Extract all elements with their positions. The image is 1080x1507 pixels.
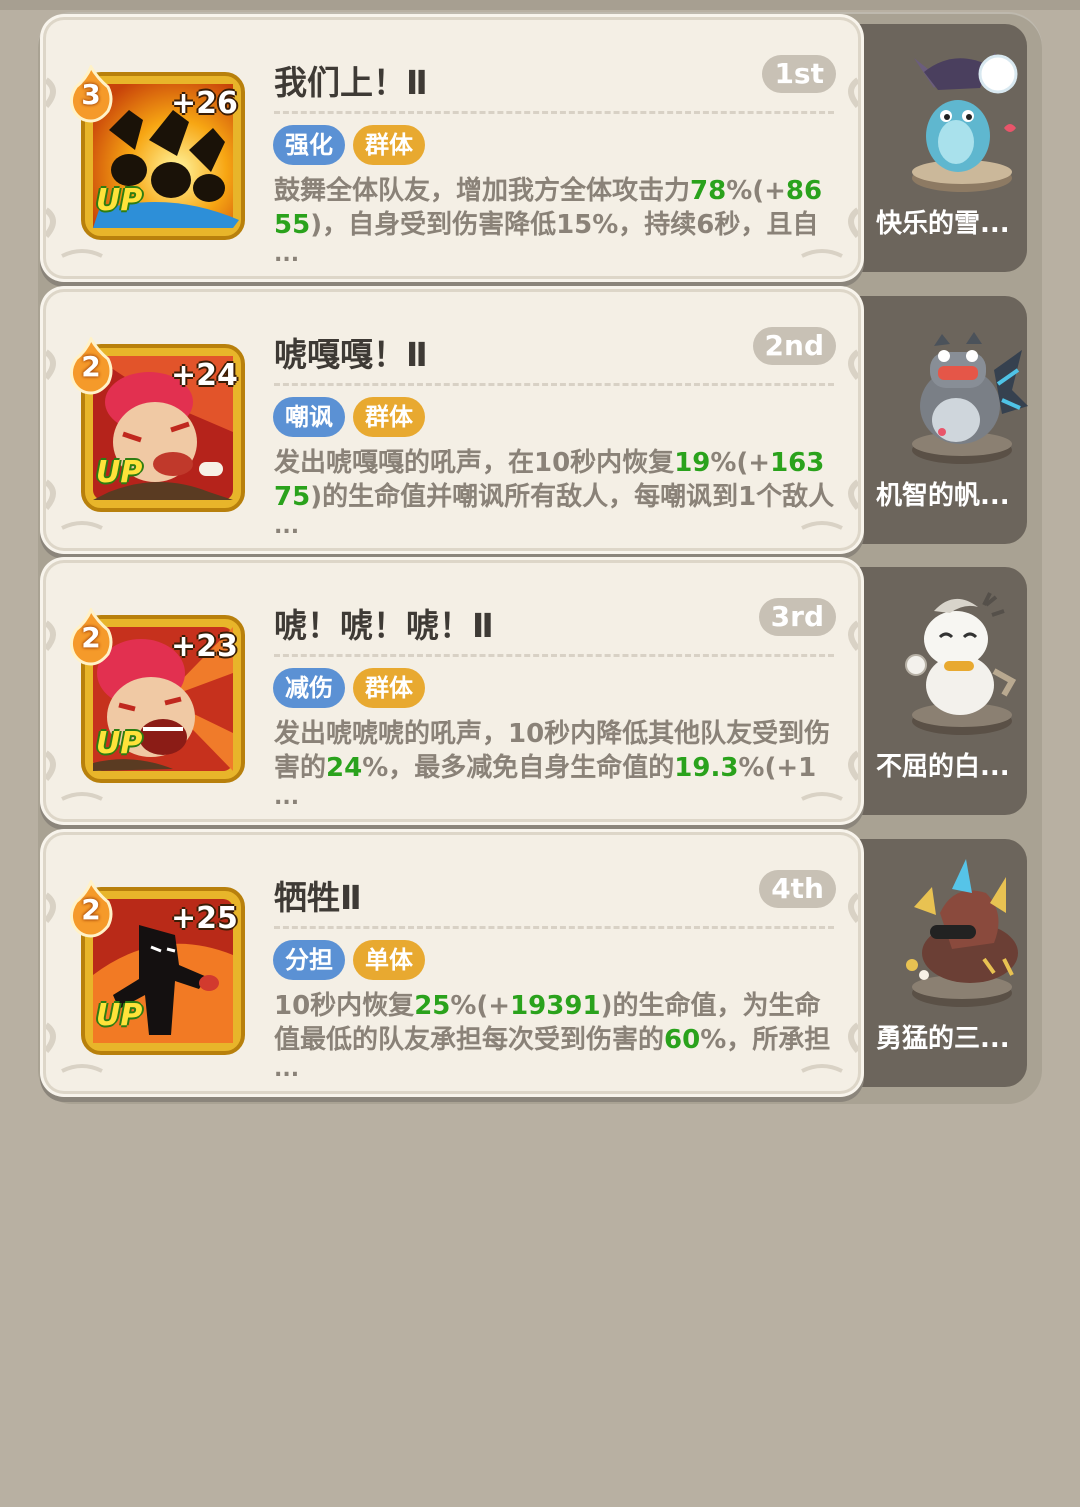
rank-badge: 1st bbox=[762, 55, 836, 93]
tag-effect: 嘲讽 bbox=[273, 397, 345, 437]
more-ellipsis: ... bbox=[274, 514, 300, 539]
grey-dragon-sailor-figure bbox=[912, 332, 1028, 464]
more-ellipsis: ... bbox=[274, 1057, 300, 1082]
rank-badge: 4th bbox=[759, 870, 836, 908]
rank-badge: 2nd bbox=[752, 327, 836, 365]
tag-target: 群体 bbox=[353, 397, 425, 437]
skill-title: 牺牲Ⅱ bbox=[274, 878, 362, 917]
tag-effect: 分担 bbox=[273, 940, 345, 980]
skill-level: 2 bbox=[81, 893, 101, 926]
pet-name: 机智的帆... bbox=[876, 481, 1010, 511]
skill-row-4[interactable]: 勇猛的三... 2 +25 UP 牺牲Ⅱ 4th 分担 单体 10秒内恢复25%… bbox=[46, 835, 1028, 1091]
skill-card[interactable]: 2 +25 UP 牺牲Ⅱ 4th 分担 单体 10秒内恢复25%(+19391)… bbox=[46, 835, 858, 1091]
pet-name: 快乐的雪... bbox=[876, 209, 1010, 239]
more-ellipsis: ... bbox=[274, 242, 300, 267]
skill-description: 发出唬嘎嘎的吼声，在10秒内恢复19%(+16375)的生命值并嘲讽所有敌人，每… bbox=[274, 448, 835, 512]
skill-description: 鼓舞全体队友，增加我方全体攻击力78%(+8655)，自身受到伤害降低15%，持… bbox=[274, 176, 823, 240]
pet-name: 不屈的白... bbox=[876, 752, 1010, 782]
tag-effect: 减伤 bbox=[273, 668, 345, 708]
divider bbox=[274, 926, 834, 929]
top-strip bbox=[0, 0, 1080, 10]
skill-row-1[interactable]: 快乐的雪... 3 +26 UP 我们上！Ⅱ 1st 强化 群体 鼓舞全体队友，… bbox=[46, 20, 1028, 276]
skill-title: 我们上！Ⅱ bbox=[274, 63, 428, 102]
skill-plus-level: +26 bbox=[171, 86, 238, 121]
skill-level: 2 bbox=[81, 350, 101, 383]
skill-title: 唬！唬！唬！Ⅱ bbox=[274, 606, 494, 645]
upgrade-indicator: UP bbox=[96, 183, 143, 218]
skill-card[interactable]: 2 +24 UP 唬嘎嘎！Ⅱ 2nd 嘲讽 群体 发出唬嘎嘎的吼声，在10秒内恢… bbox=[46, 292, 858, 548]
skill-card[interactable]: 3 +26 UP 我们上！Ⅱ 1st 强化 群体 鼓舞全体队友，增加我方全体攻击… bbox=[46, 20, 858, 276]
skill-plus-level: +25 bbox=[171, 901, 238, 936]
upgrade-indicator: UP bbox=[96, 726, 143, 761]
blue-bunny-snowball-figure bbox=[912, 52, 1018, 192]
skill-level: 2 bbox=[81, 621, 101, 654]
skill-description: 发出唬唬唬的吼声，10秒内降低其他队友受到伤害的24%，最多减免自身生命值的19… bbox=[274, 719, 831, 783]
tag-target: 群体 bbox=[353, 125, 425, 165]
white-goat-thumbs-up-figure bbox=[905, 592, 1017, 735]
skill-plus-level: +23 bbox=[171, 629, 238, 664]
upgrade-indicator: UP bbox=[96, 455, 143, 490]
divider bbox=[274, 654, 834, 657]
tag-target: 群体 bbox=[353, 668, 425, 708]
skill-plus-level: +24 bbox=[171, 358, 238, 393]
triceratops-figure bbox=[906, 859, 1018, 1007]
skill-row-3[interactable]: 不屈的白... 2 +23 UP 唬！唬！唬！Ⅱ 3rd 减伤 群体 发出唬唬唬… bbox=[46, 563, 1028, 819]
tag-target: 单体 bbox=[353, 940, 425, 980]
skill-title: 唬嘎嘎！Ⅱ bbox=[274, 335, 428, 374]
skill-row-2[interactable]: 机智的帆... 2 +24 UP 唬嘎嘎！Ⅱ 2nd 嘲讽 群体 发出唬嘎嘎的吼… bbox=[46, 292, 1028, 548]
divider bbox=[274, 111, 834, 114]
skill-level: 3 bbox=[81, 78, 101, 111]
tag-effect: 强化 bbox=[273, 125, 345, 165]
pet-name: 勇猛的三... bbox=[876, 1024, 1010, 1054]
skill-card[interactable]: 2 +23 UP 唬！唬！唬！Ⅱ 3rd 减伤 群体 发出唬唬唬的吼声，10秒内… bbox=[46, 563, 858, 819]
upgrade-indicator: UP bbox=[96, 998, 143, 1033]
divider bbox=[274, 383, 834, 386]
rank-badge: 3rd bbox=[758, 598, 836, 636]
skill-description: 10秒内恢复25%(+19391)的生命值，为生命值最低的队友承担每次受到伤害的… bbox=[274, 991, 831, 1055]
more-ellipsis: ... bbox=[274, 785, 300, 810]
